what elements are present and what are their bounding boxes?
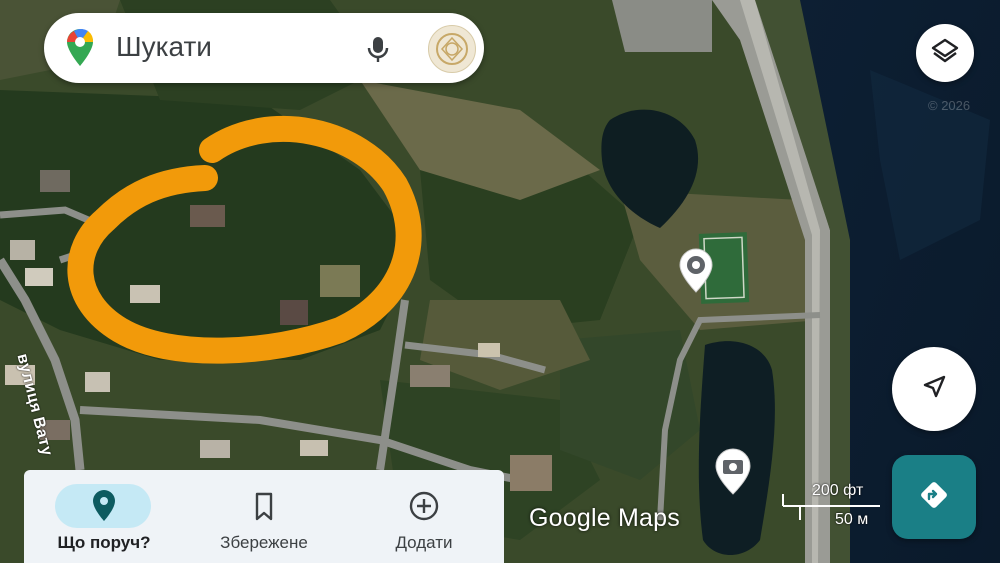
nav-saved[interactable]: Збережене <box>184 478 344 558</box>
microphone-icon[interactable] <box>360 31 396 67</box>
add-circle-icon <box>408 489 440 523</box>
directions-icon <box>917 478 951 517</box>
google-maps-logo-icon <box>66 28 94 67</box>
layers-button[interactable] <box>916 24 974 82</box>
nav-explore[interactable]: Що поруч? <box>24 478 184 558</box>
map-copyright: © 2026 <box>928 98 971 113</box>
location-pin-icon <box>88 489 120 523</box>
scale-imperial: 200 фт <box>812 482 864 499</box>
search-bar[interactable]: Шукати <box>44 13 484 83</box>
directions-button[interactable] <box>892 455 976 539</box>
my-location-button[interactable] <box>892 347 976 431</box>
scale-metric: 50 м <box>835 511 869 528</box>
nav-contribute[interactable]: Додати <box>344 478 504 558</box>
nav-explore-label: Що поруч? <box>57 533 151 552</box>
bookmark-icon <box>248 489 280 523</box>
my-location-icon <box>919 372 949 407</box>
nav-contribute-label: Додати <box>395 533 453 552</box>
search-input[interactable]: Шукати <box>116 31 212 63</box>
nav-saved-label: Збережене <box>220 533 308 552</box>
account-avatar[interactable] <box>428 25 476 73</box>
photo-pin-icon[interactable] <box>714 448 752 496</box>
google-maps-watermark: Google Maps <box>529 504 680 532</box>
layers-icon <box>930 36 960 71</box>
bottom-navigation: Що поруч? Збережене Додати <box>24 470 504 563</box>
location-pin-icon[interactable] <box>678 248 714 294</box>
